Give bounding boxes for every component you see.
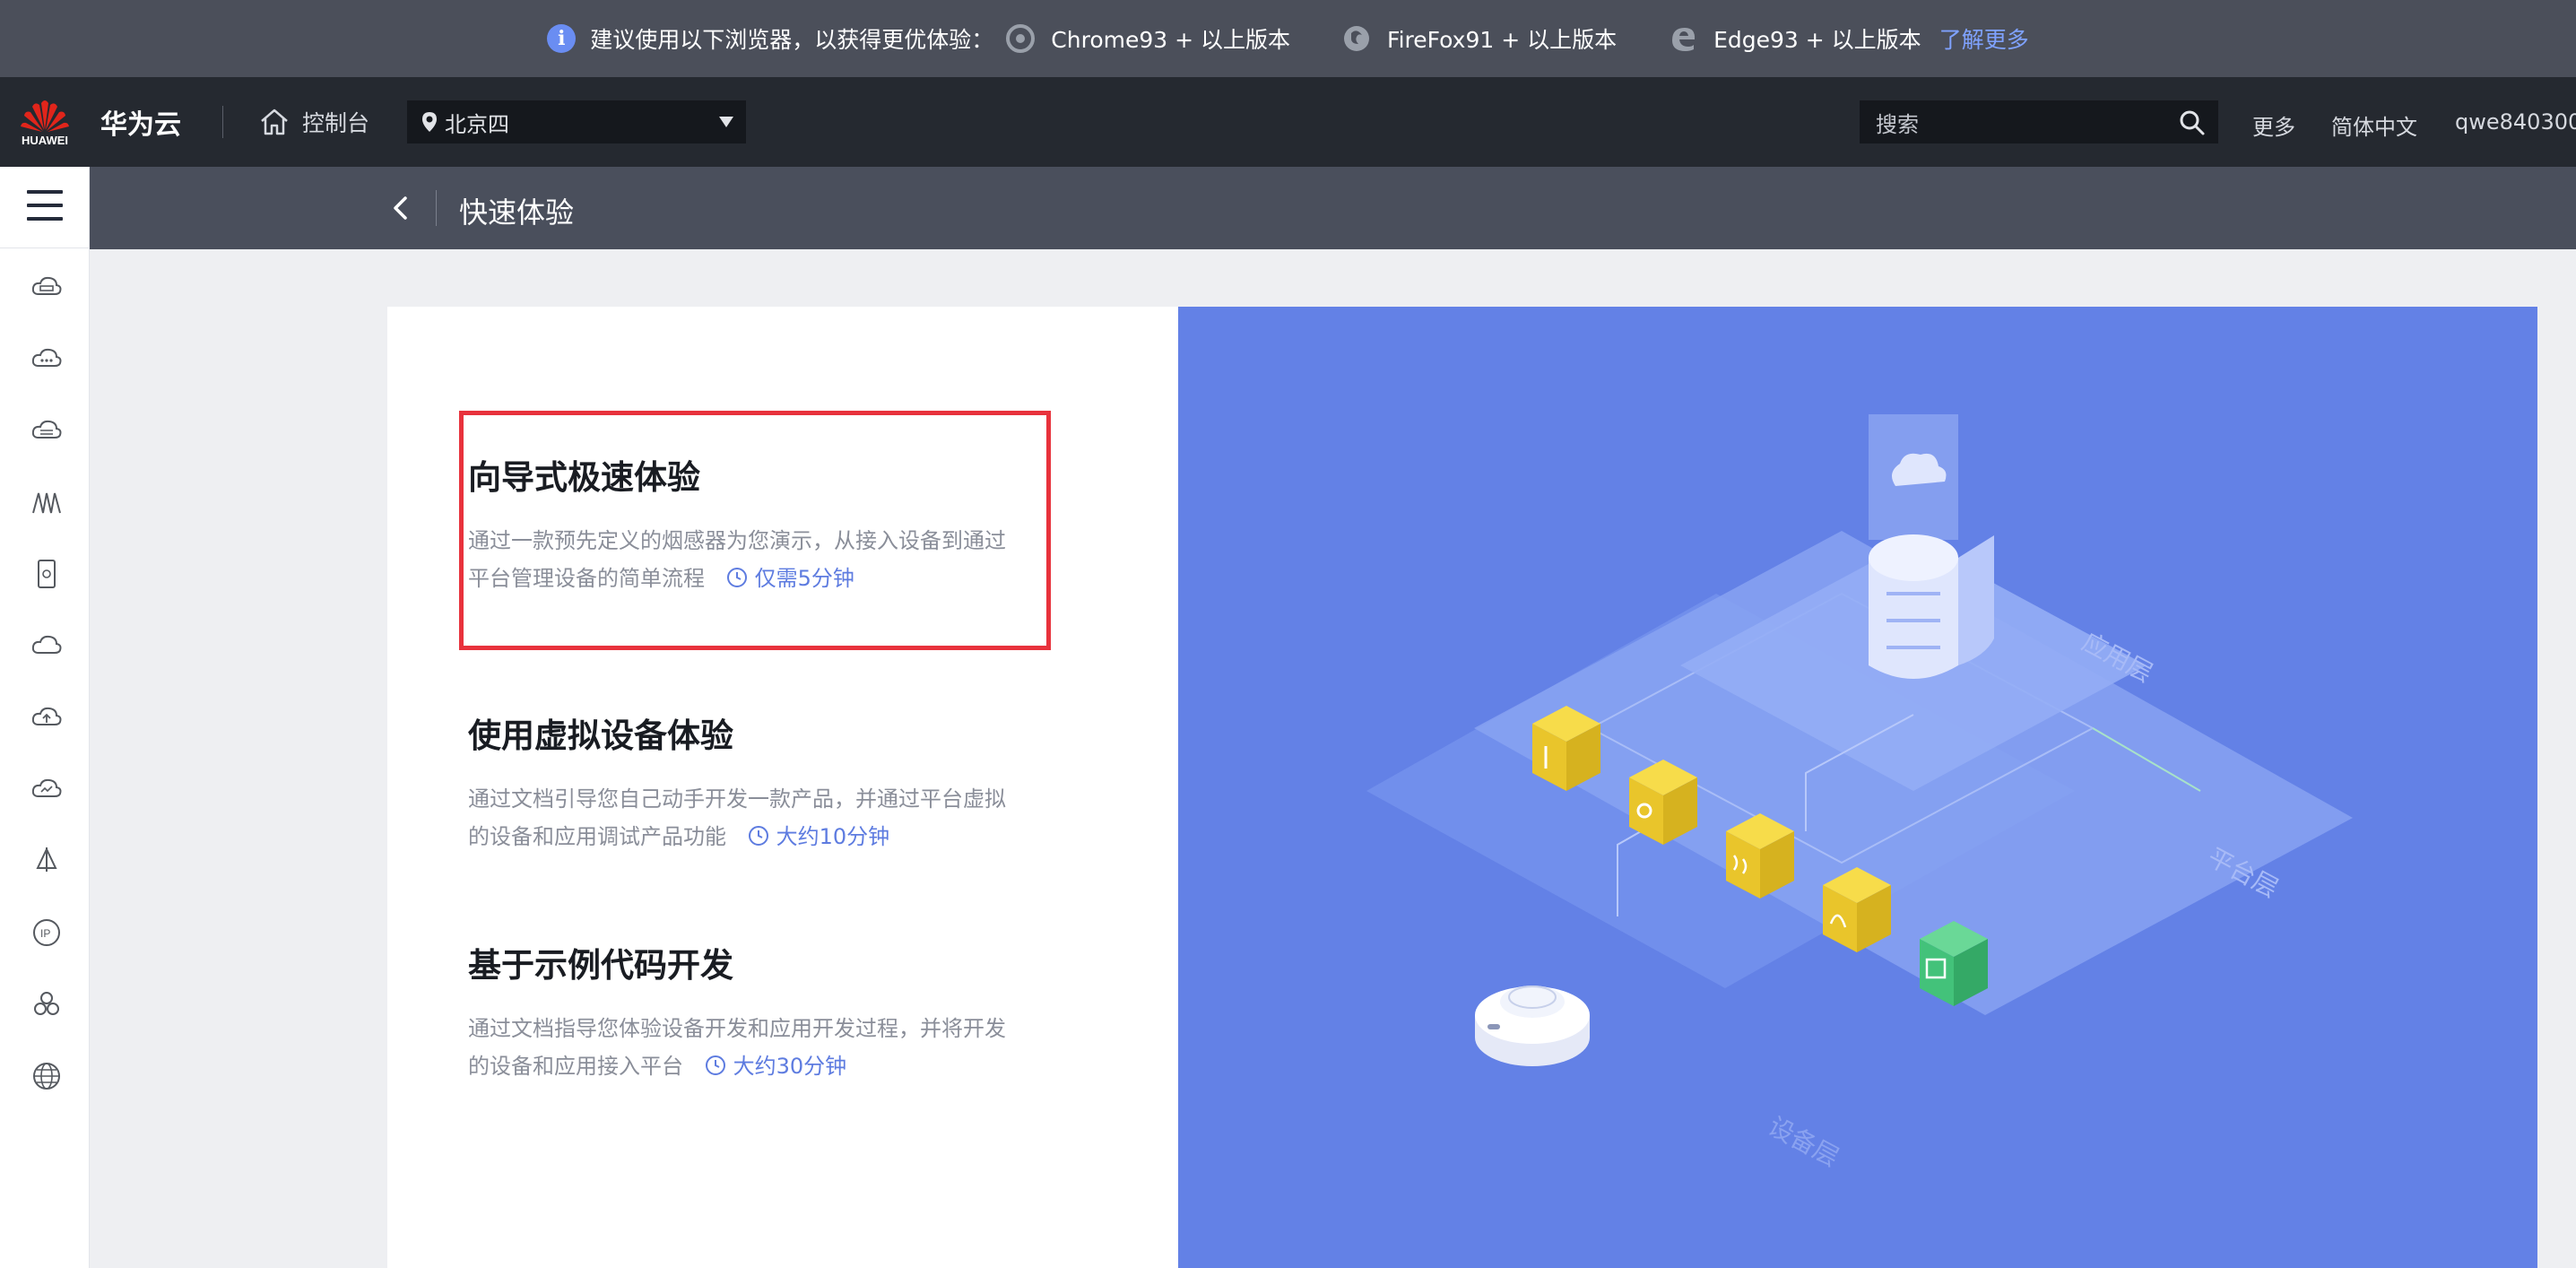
- browser-firefox: FireFox91 + 以上版本: [1342, 22, 1617, 55]
- user-account[interactable]: qwe8403000: [2455, 109, 2576, 135]
- svg-text:IP: IP: [40, 927, 50, 940]
- chrome-icon: [1006, 24, 1036, 53]
- huawei-logo[interactable]: HUAWEI: [0, 77, 90, 167]
- region-select[interactable]: 北京四: [407, 100, 747, 143]
- browser-label: FireFox91 + 以上版本: [1387, 27, 1618, 53]
- learn-more-link[interactable]: 了解更多: [1939, 22, 2029, 55]
- service-sidebar: IP: [0, 167, 90, 1268]
- option-virtual-device[interactable]: 使用虚拟设备体验 通过文档引导您自己动手开发一款产品，并通过平台虚拟 的设备和应…: [468, 708, 1042, 855]
- huawei-flower-icon: [21, 100, 69, 132]
- firefox-icon: [1344, 26, 1370, 51]
- more-menu[interactable]: 更多: [2252, 109, 2295, 141]
- humidity-sensor-cube: [1629, 760, 1697, 845]
- cloud-server-icon[interactable]: [30, 271, 63, 303]
- search-input[interactable]: 搜索: [1860, 100, 2218, 143]
- ip-icon[interactable]: IP: [30, 916, 63, 949]
- console-label: 控制台: [302, 110, 370, 136]
- logo-text: HUAWEI: [22, 133, 68, 147]
- option-desc-line: 通过文档指导您体验设备开发和应用开发过程，并将开发: [468, 1016, 1006, 1041]
- server-stack-icon: [1869, 414, 1994, 679]
- option-desc-line: 通过文档引导您自己动手开发一款产品，并通过平台虚拟: [468, 786, 1006, 812]
- menu-hamburger-icon[interactable]: [27, 190, 63, 222]
- console-link[interactable]: 控制台: [259, 106, 369, 138]
- browser-chrome: Chrome93 + 以上版本: [1006, 22, 1290, 55]
- location-pin-icon: [422, 112, 438, 132]
- cloud-upload-icon[interactable]: [30, 701, 63, 734]
- option-title: 基于示例代码开发: [468, 946, 733, 985]
- clock-icon: [705, 1055, 725, 1075]
- cloud-more-icon[interactable]: [30, 343, 63, 375]
- code-module-cube: [1920, 921, 1988, 1006]
- option-sample-code[interactable]: 基于示例代码开发 通过文档指导您体验设备开发和应用开发过程，并将开发 的设备和应…: [468, 938, 1042, 1085]
- option-duration: 大约10分钟: [776, 824, 890, 849]
- header-divider: [436, 190, 437, 226]
- chevron-down-icon: [719, 117, 734, 127]
- cloud-icon[interactable]: [30, 630, 63, 662]
- isometric-illustration: 应用层 平台层 设备层: [1366, 414, 2353, 1173]
- network-chart-icon[interactable]: [30, 486, 63, 518]
- option-description: 通过文档引导您自己动手开发一款产品，并通过平台虚拟 的设备和应用调试产品功能 大…: [468, 780, 1042, 855]
- globe-icon[interactable]: [30, 1060, 63, 1092]
- top-navigation: HUAWEI 华为云 控制台 北京四 搜索 更多 简体中文 qwe8403000: [0, 77, 2576, 167]
- nav-divider: [222, 106, 223, 138]
- option-desc-line: 的设备和应用接入平台: [468, 1054, 683, 1079]
- smoke-detector-device: [1475, 986, 1590, 1066]
- language-switch[interactable]: 简体中文: [2331, 109, 2417, 141]
- sail-icon[interactable]: [30, 845, 63, 877]
- browser-edge: Edge93 + 以上版本: [1669, 22, 1921, 55]
- option-desc-line: 的设备和应用调试产品功能: [468, 824, 726, 849]
- brand-name[interactable]: 华为云: [100, 102, 181, 142]
- option-title: 使用虚拟设备体验: [468, 717, 733, 755]
- region-value: 北京四: [445, 111, 510, 137]
- home-icon: [261, 109, 288, 135]
- cloud-storage-icon[interactable]: [30, 414, 63, 447]
- iot-architecture-illustration: 应用层 平台层 设备层: [1178, 307, 2537, 1268]
- device-layer-label: 设备层: [1764, 1111, 1844, 1173]
- search-icon[interactable]: [2179, 109, 2206, 136]
- page-header: 快速体验: [90, 167, 2576, 249]
- clock-icon: [748, 826, 768, 846]
- option-description: 通过文档指导您体验设备开发和应用开发过程，并将开发 的设备和应用接入平台 大约3…: [468, 1010, 1042, 1085]
- device-icon[interactable]: [30, 558, 63, 590]
- page-title: 快速体验: [459, 195, 575, 230]
- notice-text: 建议使用以下浏览器，以获得更优体验：: [590, 27, 994, 53]
- browser-label: Edge93 + 以上版本: [1713, 27, 1921, 53]
- highlight-annotation-box: [459, 411, 1051, 650]
- cluster-icon[interactable]: [30, 988, 63, 1020]
- browser-label: Chrome93 + 以上版本: [1051, 27, 1291, 53]
- cloud-monitor-icon[interactable]: [30, 773, 63, 805]
- temperature-sensor-cube: [1532, 706, 1600, 791]
- edge-icon: [1672, 28, 1696, 51]
- browser-notice-bar: i 建议使用以下浏览器，以获得更优体验： Chrome93 + 以上版本 Fir…: [0, 0, 2576, 77]
- search-placeholder: 搜索: [1876, 111, 1919, 137]
- back-arrow-icon[interactable]: [386, 192, 418, 224]
- alarm-sensor-cube: [1823, 867, 1891, 952]
- info-icon: i: [547, 24, 577, 53]
- smoke-sensor-cube: [1726, 813, 1794, 899]
- option-duration: 大约30分钟: [733, 1054, 847, 1079]
